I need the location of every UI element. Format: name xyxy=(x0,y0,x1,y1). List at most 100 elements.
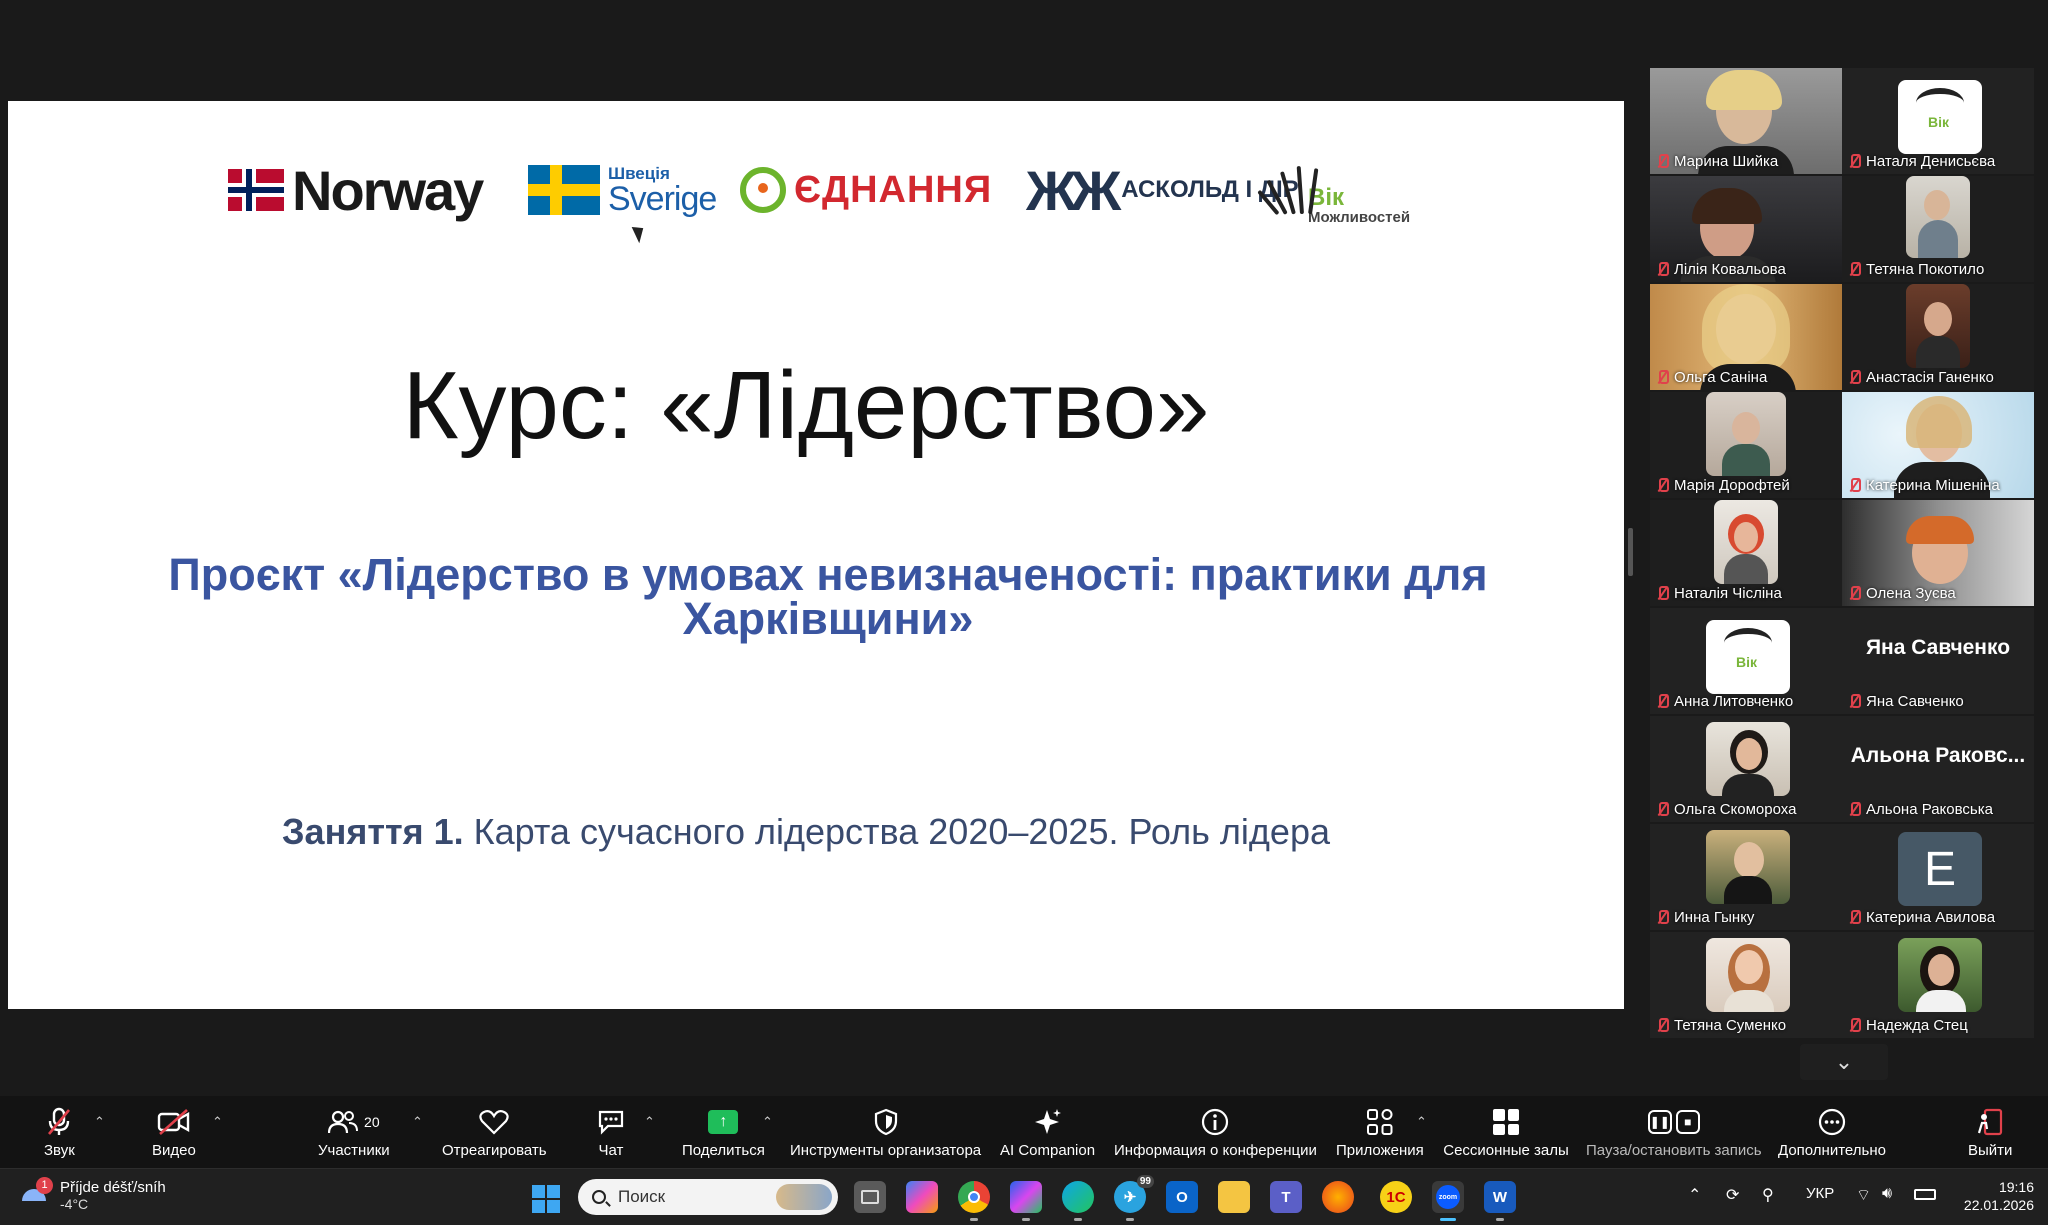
share-options-caret-icon[interactable]: ⌃ xyxy=(762,1114,773,1130)
muted-mic-icon xyxy=(1848,802,1861,817)
meeting-info-button[interactable]: Информация о конференции xyxy=(1114,1106,1317,1159)
participant-avatar xyxy=(1706,722,1790,796)
more-button[interactable]: Дополнительно xyxy=(1778,1106,1886,1159)
participants-button[interactable]: 20 Участники xyxy=(318,1106,390,1159)
participant-tile[interactable]: Марія Дорофтей xyxy=(1650,392,1842,498)
keyboard-language[interactable]: УКР xyxy=(1806,1185,1834,1202)
muted-mic-icon xyxy=(1848,478,1861,493)
recording-button[interactable]: ❚❚ ■ Пауза/остановить запись xyxy=(1586,1106,1762,1159)
participant-name: Ольга Скомороха xyxy=(1674,801,1797,818)
muted-mic-icon xyxy=(1656,802,1669,817)
file-explorer-icon[interactable] xyxy=(1218,1181,1250,1213)
participant-tile[interactable]: Тетяна Покотило xyxy=(1842,176,2034,282)
clock-time: 19:16 xyxy=(1998,1179,2034,1195)
participant-name: Надежда Стец xyxy=(1866,1017,1968,1034)
chat-options-caret-icon[interactable]: ⌃ xyxy=(644,1114,655,1130)
participant-name: Марина Шийка xyxy=(1674,153,1779,170)
video-options-caret-icon[interactable]: ⌃ xyxy=(212,1114,223,1130)
participant-tile-active-speaker[interactable]: Катерина Мішеніна xyxy=(1842,392,2034,498)
participant-tile[interactable]: Ольга Саніна xyxy=(1650,284,1842,390)
edge-icon[interactable] xyxy=(1062,1181,1094,1221)
1c-icon[interactable]: 1С xyxy=(1380,1181,1412,1213)
participant-tile[interactable]: E Катерина Авилова xyxy=(1842,824,2034,930)
muted-mic-icon xyxy=(45,1106,73,1138)
participant-tile[interactable]: Альона Раковс... Альона Раковська xyxy=(1842,716,2034,822)
apps-icon xyxy=(1365,1106,1395,1138)
copilot-icon[interactable] xyxy=(906,1181,938,1213)
participant-tile[interactable]: Марина Шийка xyxy=(1650,68,1842,174)
panel-resize-handle[interactable] xyxy=(1628,528,1633,576)
audio-options-caret-icon[interactable]: ⌃ xyxy=(94,1114,105,1130)
participant-name: Тетяна Покотило xyxy=(1866,261,1985,278)
wing-icon xyxy=(1257,162,1330,218)
participant-tile[interactable]: Олена Зуєва xyxy=(1842,500,2034,606)
participant-tile[interactable]: Тетяна Суменко xyxy=(1650,932,1842,1038)
gallery-scroll-down-button[interactable]: ⌄ xyxy=(1800,1044,1888,1080)
muted-mic-icon xyxy=(1656,370,1669,385)
word-icon[interactable]: W xyxy=(1484,1181,1516,1221)
weather-widget[interactable]: 1 Příjde déšť/sníh -4°C xyxy=(20,1176,166,1212)
slide-title: Курс: «Лідерство» xyxy=(402,352,1210,459)
breakout-rooms-label: Сессионные залы xyxy=(1443,1142,1569,1159)
system-clock[interactable]: 19:16 22.01.2026 xyxy=(1964,1179,2034,1214)
chat-button[interactable]: Чат xyxy=(596,1106,626,1159)
network-status-icon[interactable]: ⚲ xyxy=(1762,1185,1774,1205)
audio-button[interactable]: Звук xyxy=(44,1106,75,1159)
participant-display-name: Альона Раковс... xyxy=(1850,744,2026,767)
task-view-icon[interactable] xyxy=(854,1181,886,1213)
video-button[interactable]: Видео xyxy=(152,1106,196,1159)
ai-companion-button[interactable]: AI Companion xyxy=(1000,1106,1095,1159)
leave-meeting-button[interactable]: Выйти xyxy=(1968,1106,2012,1159)
umbrella-weather-icon: 1 xyxy=(20,1176,53,1211)
video-off-icon xyxy=(157,1106,191,1138)
participant-tile[interactable]: Наталія Чіслінa xyxy=(1650,500,1842,606)
wifi-icon[interactable]: ⌔ xyxy=(1856,1185,1871,1205)
participant-tile[interactable]: Ольга Скомороха xyxy=(1650,716,1842,822)
participant-display-name: Яна Савченко xyxy=(1865,636,2011,659)
outlook-icon[interactable]: O xyxy=(1166,1181,1198,1213)
vik-logo: Вік Можливостей xyxy=(1257,145,1410,235)
volume-icon[interactable]: 🔊︎ xyxy=(1882,1185,1892,1203)
search-icon xyxy=(592,1190,606,1204)
telegram-icon[interactable]: ✈ 99 xyxy=(1114,1175,1154,1221)
windows-start-icon[interactable] xyxy=(532,1185,560,1213)
participant-tile[interactable]: Вік Наталя Денисьєва xyxy=(1842,68,2034,174)
react-button[interactable]: Отреагировать xyxy=(442,1106,547,1159)
participants-options-caret-icon[interactable]: ⌃ xyxy=(412,1114,423,1130)
host-tools-label: Инструменты организатора xyxy=(790,1142,982,1159)
norway-flag-icon xyxy=(228,169,284,211)
participant-name: Лілія Ковальова xyxy=(1674,261,1786,278)
muted-mic-icon xyxy=(1848,586,1861,601)
participant-tile[interactable]: Лілія Ковальова xyxy=(1650,176,1842,282)
muted-mic-icon xyxy=(1848,1018,1861,1033)
zoom-app-icon[interactable]: zoom xyxy=(1432,1181,1464,1221)
battery-icon[interactable] xyxy=(1914,1185,1936,1203)
taskbar-search-box[interactable]: Поиск xyxy=(578,1179,838,1215)
teams-icon[interactable]: T xyxy=(1270,1181,1302,1213)
participant-name: Яна Савченко xyxy=(1866,693,1964,710)
clock-date: 22.01.2026 xyxy=(1963,1196,2034,1213)
participant-tile[interactable]: Яна Савченко Яна Савченко xyxy=(1842,608,2034,714)
participant-name: Наталія Чіслінa xyxy=(1674,585,1782,602)
microsoft365-icon[interactable] xyxy=(1010,1181,1042,1221)
share-screen-button[interactable]: ↑ Поделиться xyxy=(682,1106,765,1159)
chrome-icon[interactable] xyxy=(958,1181,990,1221)
sweden-logo: Швеція Sverige xyxy=(528,145,717,235)
info-icon xyxy=(1200,1106,1230,1138)
react-label: Отреагировать xyxy=(442,1142,547,1159)
participant-tile[interactable]: Надежда Стец xyxy=(1842,932,2034,1038)
host-tools-button[interactable]: Инструменты организатора xyxy=(790,1106,981,1159)
participant-name: Ольга Саніна xyxy=(1674,369,1768,386)
tray-overflow-chevron-icon[interactable]: ⌃ xyxy=(1688,1185,1701,1205)
participant-avatar xyxy=(1898,938,1982,1012)
weather-condition: Příjde déšť/sníh xyxy=(60,1179,166,1196)
breakout-rooms-button[interactable]: Сессионные залы xyxy=(1408,1106,1604,1159)
sync-icon[interactable]: ⟳ xyxy=(1726,1185,1739,1205)
participant-tile[interactable]: Анастасія Ганенко xyxy=(1842,284,2034,390)
norway-logo-text: Norway xyxy=(292,158,484,222)
share-screen-icon: ↑ xyxy=(708,1110,739,1134)
participant-tile[interactable]: Инна Гынку xyxy=(1650,824,1842,930)
firefox-icon[interactable] xyxy=(1322,1181,1354,1213)
participant-name: Альона Раковська xyxy=(1866,801,1993,818)
participant-tile[interactable]: Вік Анна Литовченко xyxy=(1650,608,1842,714)
